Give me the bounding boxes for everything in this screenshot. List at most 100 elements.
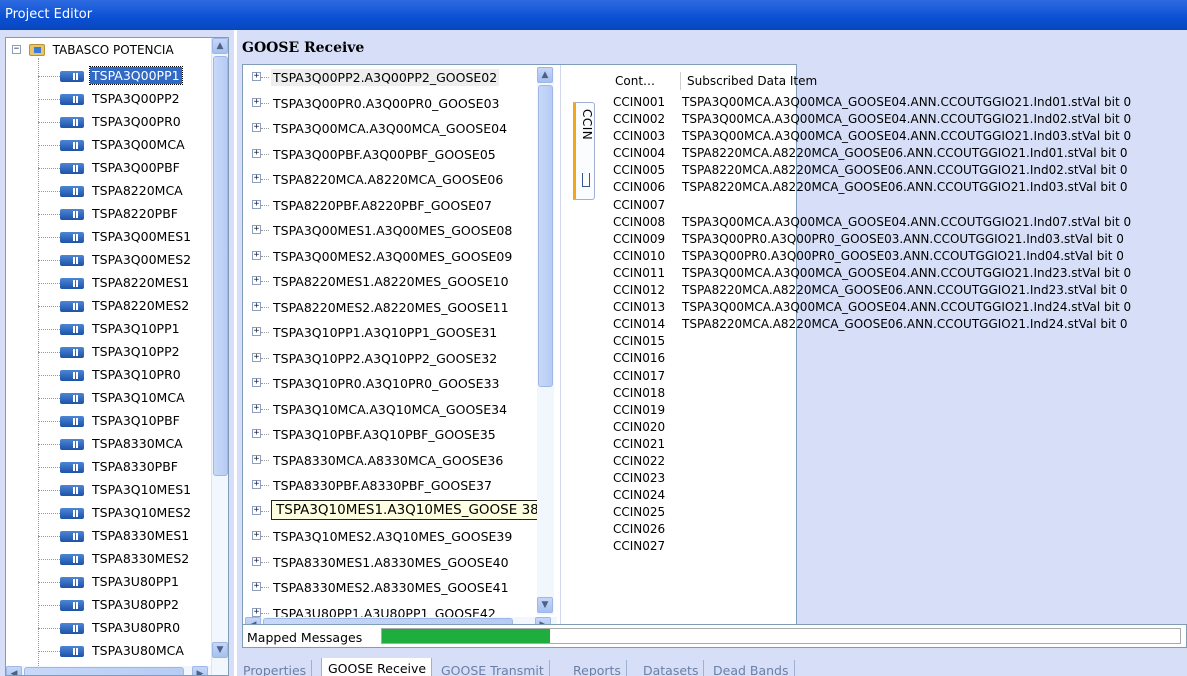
ccin-row-ccin009[interactable]: CCIN009 TSPA3Q00PR0.A3Q00PR0_GOOSE03.ANN.…: [607, 231, 1187, 248]
goose-message-item[interactable]: + TSPA3Q10MCA.A3Q10MCA_GOOSE34: [243, 397, 560, 423]
ccin-row-ccin014[interactable]: CCIN014 TSPA8220MCA.A8220MCA_GOOSE06.ANN.…: [607, 316, 1187, 333]
expand-icon[interactable]: +: [252, 505, 261, 515]
ccin-row-ccin027[interactable]: CCIN027: [607, 538, 1187, 555]
tree-item-tspa3q10pp1[interactable]: TSPA3Q10PP1: [6, 318, 211, 341]
tree-item-tspa8220mes2[interactable]: TSPA8220MES2: [6, 295, 211, 318]
ccin-row-ccin017[interactable]: CCIN017: [607, 368, 1187, 385]
tree-root[interactable]: − TABASCO POTENCIA: [12, 42, 174, 60]
expand-icon[interactable]: +: [252, 301, 261, 311]
tab-reports[interactable]: Reports: [567, 660, 627, 676]
expand-icon[interactable]: +: [252, 352, 261, 362]
tree-item-tspa3q00pp1[interactable]: TSPA3Q00PP1: [6, 65, 211, 88]
ccin-row-ccin016[interactable]: CCIN016: [607, 350, 1187, 367]
ccin-subscribed-item[interactable]: TSPA3Q00MCA.A3Q00MCA_GOOSE04.ANN.CCOUTGG…: [682, 112, 1131, 126]
ccin-row-ccin008[interactable]: CCIN008 TSPA3Q00MCA.A3Q00MCA_GOOSE04.ANN.…: [607, 214, 1187, 231]
goose-message-item[interactable]: + TSPA8330MCA.A8330MCA_GOOSE36: [243, 448, 560, 474]
tree-item-tspa3q10pbf[interactable]: TSPA3Q10PBF: [6, 410, 211, 433]
goose-vertical-scrollbar[interactable]: ▲ ▼: [537, 67, 554, 615]
scroll-up-icon[interactable]: ▲: [537, 67, 553, 83]
ccin-subscribed-item[interactable]: TSPA3Q00MCA.A3Q00MCA_GOOSE04.ANN.CCOUTGG…: [682, 95, 1131, 109]
ccin-row-ccin023[interactable]: CCIN023: [607, 470, 1187, 487]
expand-icon[interactable]: +: [252, 148, 261, 158]
tree-item-tspa8220mca[interactable]: TSPA8220MCA: [6, 180, 211, 203]
scroll-down-icon[interactable]: ▼: [212, 642, 228, 658]
goose-message-item[interactable]: + TSPA8330MES2.A8330MES_GOOSE41: [243, 575, 560, 601]
expand-icon[interactable]: +: [252, 378, 261, 387]
goose-scroll-thumb[interactable]: [538, 85, 553, 387]
goose-message-item[interactable]: + TSPA8220MES2.A8220MES_GOOSE11: [243, 295, 560, 321]
tree-item-tspa3u80pp1[interactable]: TSPA3U80PP1: [6, 571, 211, 594]
tree-item-tspa3u80pp2[interactable]: TSPA3U80PP2: [6, 594, 211, 617]
tab-properties[interactable]: Properties: [237, 660, 313, 676]
tree-vertical-scrollbar[interactable]: ▲ ▼: [211, 38, 228, 675]
ccin-row-ccin025[interactable]: CCIN025: [607, 504, 1187, 521]
expand-icon[interactable]: +: [252, 199, 261, 209]
tree-item-tspa3q00mca[interactable]: TSPA3Q00MCA: [6, 134, 211, 157]
expand-icon[interactable]: +: [252, 607, 261, 617]
goose-message-item[interactable]: + TSPA8220MCA.A8220MCA_GOOSE06: [243, 167, 560, 193]
tab-goose-transmit[interactable]: GOOSE Transmit: [435, 660, 550, 676]
expand-icon[interactable]: +: [252, 556, 261, 566]
tree-item-tspa8330pbf[interactable]: TSPA8330PBF: [6, 456, 211, 479]
ccin-subscribed-item[interactable]: TSPA3Q00PR0.A3Q00PR0_GOOSE03.ANN.CCOUTGG…: [682, 232, 1124, 246]
goose-message-item[interactable]: + TSPA3Q00MCA.A3Q00MCA_GOOSE04: [243, 116, 560, 142]
tree-item-tspa3q00mes2[interactable]: TSPA3Q00MES2: [6, 249, 211, 272]
goose-message-item[interactable]: + TSPA3Q00MES1.A3Q00MES_GOOSE08: [243, 218, 560, 244]
ccin-row-ccin006[interactable]: CCIN006 TSPA8220MCA.A8220MCA_GOOSE06.ANN.…: [607, 179, 1187, 196]
ccin-row-ccin021[interactable]: CCIN021: [607, 436, 1187, 453]
ccin-subscribed-item[interactable]: TSPA8220MCA.A8220MCA_GOOSE06.ANN.CCOUTGG…: [682, 163, 1128, 177]
goose-message-item[interactable]: + TSPA3Q10PBF.A3Q10PBF_GOOSE35: [243, 422, 560, 448]
ccin-subscribed-item[interactable]: TSPA8220MCA.A8220MCA_GOOSE06.ANN.CCOUTGG…: [682, 317, 1128, 331]
tree-item-tspa3q00pr0[interactable]: TSPA3Q00PR0: [6, 111, 211, 134]
scroll-left-icon[interactable]: ◀: [6, 666, 22, 675]
ccin-row-ccin007[interactable]: CCIN007: [607, 197, 1187, 214]
goose-message-item[interactable]: + TSPA3Q10MES2.A3Q10MES_GOOSE39: [243, 524, 560, 550]
goose-message-tooltip[interactable]: + TSPA3Q10MES1.A3Q10MES_GOOSE 38: [243, 499, 560, 525]
tree-horizontal-scrollbar[interactable]: ◀ ▶: [6, 666, 211, 675]
expand-icon[interactable]: +: [252, 123, 261, 132]
tree-item-tspa3q00pbf[interactable]: TSPA3Q00PBF: [6, 157, 211, 180]
tree-item-tspa3q10pp2[interactable]: TSPA3Q10PP2: [6, 341, 211, 364]
ccin-row-ccin018[interactable]: CCIN018: [607, 385, 1187, 402]
ccin-row-ccin015[interactable]: CCIN015: [607, 333, 1187, 350]
ccin-row-ccin013[interactable]: CCIN013 TSPA3Q00MCA.A3Q00MCA_GOOSE04.ANN.…: [607, 299, 1187, 316]
tree-item-tspa8220mes1[interactable]: TSPA8220MES1: [6, 272, 211, 295]
tree-item-tspa3q10pr0[interactable]: TSPA3Q10PR0: [6, 364, 211, 387]
ccin-row-ccin024[interactable]: CCIN024: [607, 487, 1187, 504]
expand-icon[interactable]: +: [252, 276, 261, 285]
tree-item-tspa3u80mca[interactable]: TSPA3U80MCA: [6, 640, 211, 663]
tree-item-tspa3q10mes2[interactable]: TSPA3Q10MES2: [6, 502, 211, 525]
expand-icon[interactable]: +: [252, 403, 261, 413]
ccin-subscribed-item[interactable]: TSPA3Q00MCA.A3Q00MCA_GOOSE04.ANN.CCOUTGG…: [682, 266, 1131, 280]
tree-item-tspa3u80pr0[interactable]: TSPA3U80PR0: [6, 617, 211, 640]
goose-message-item[interactable]: + TSPA8220PBF.A8220PBF_GOOSE07: [243, 193, 560, 219]
tree-item-tspa3q00pp2[interactable]: TSPA3Q00PP2: [6, 88, 211, 111]
ccin-row-ccin020[interactable]: CCIN020: [607, 419, 1187, 436]
goose-message-item[interactable]: + TSPA3Q10PP1.A3Q10PP1_GOOSE31: [243, 320, 560, 346]
goose-message-item[interactable]: + TSPA3Q00PR0.A3Q00PR0_GOOSE03: [243, 91, 560, 117]
expand-icon[interactable]: +: [252, 97, 261, 107]
column-header-subscribed-item[interactable]: Subscribed Data Item: [687, 74, 817, 88]
tree-item-tspa3q10mes1[interactable]: TSPA3Q10MES1: [6, 479, 211, 502]
tree-item-tspa8330mes2[interactable]: TSPA8330MES2: [6, 548, 211, 571]
ccin-subscribed-item[interactable]: TSPA3Q00MCA.A3Q00MCA_GOOSE04.ANN.CCOUTGG…: [682, 129, 1131, 143]
expand-icon[interactable]: +: [252, 429, 261, 438]
tree-item-tspa8220pbf[interactable]: TSPA8220PBF: [6, 203, 211, 226]
tree-item-tspa8330mca[interactable]: TSPA8330MCA: [6, 433, 211, 456]
goose-message-item[interactable]: + TSPA8330PBF.A8330PBF_GOOSE37: [243, 473, 560, 499]
ccin-subscribed-item[interactable]: TSPA3Q00MCA.A3Q00MCA_GOOSE04.ANN.CCOUTGG…: [682, 215, 1131, 229]
scroll-right-icon[interactable]: ▶: [192, 666, 208, 675]
ccin-row-ccin004[interactable]: CCIN004 TSPA8220MCA.A8220MCA_GOOSE06.ANN.…: [607, 145, 1187, 162]
tab-ccin[interactable]: CCIN: [573, 102, 595, 200]
tree-scroll-thumb[interactable]: [213, 56, 228, 476]
ccin-row-ccin010[interactable]: CCIN010 TSPA3Q00PR0.A3Q00PR0_GOOSE03.ANN.…: [607, 248, 1187, 265]
collapse-icon[interactable]: −: [12, 45, 21, 54]
ccin-subscribed-item[interactable]: TSPA3Q00PR0.A3Q00PR0_GOOSE03.ANN.CCOUTGG…: [682, 249, 1124, 263]
goose-message-item[interactable]: + TSPA3Q00MES2.A3Q00MES_GOOSE09: [243, 244, 560, 270]
tab-goose-receive[interactable]: GOOSE Receive: [321, 658, 433, 676]
expand-icon[interactable]: +: [252, 225, 261, 234]
ccin-row-ccin019[interactable]: CCIN019: [607, 402, 1187, 419]
expand-icon[interactable]: +: [252, 582, 261, 591]
goose-message-item[interactable]: + TSPA3Q00PP2.A3Q00PP2_GOOSE02: [243, 65, 560, 91]
ccin-subscribed-item[interactable]: TSPA8220MCA.A8220MCA_GOOSE06.ANN.CCOUTGG…: [682, 283, 1128, 297]
